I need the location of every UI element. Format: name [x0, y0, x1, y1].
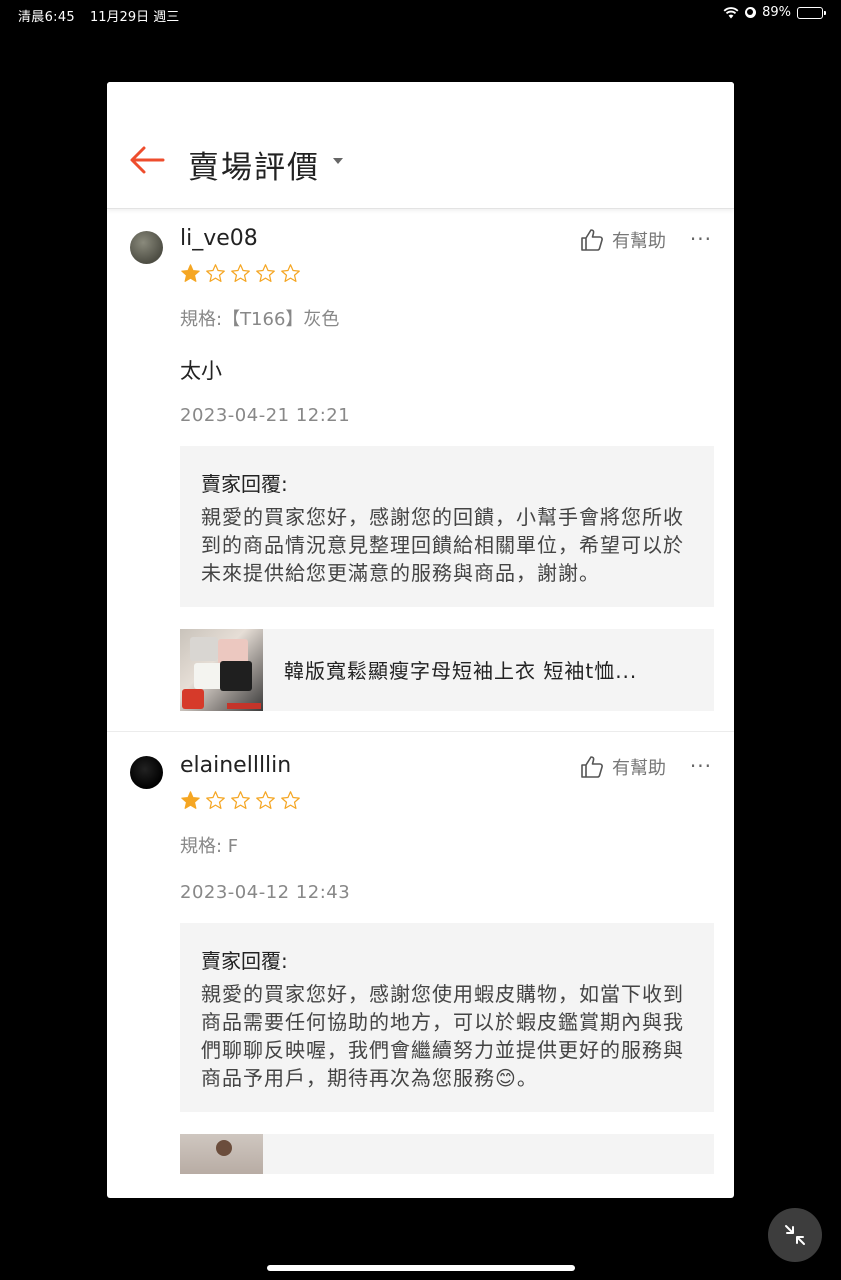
status-date: 11月29日 週三 — [90, 10, 180, 25]
star-empty-icon — [256, 791, 275, 809]
reply-title: 賣家回覆: — [201, 949, 288, 973]
review-date: 2023-04-21 12:21 — [180, 405, 351, 426]
reply-title: 賣家回覆: — [201, 472, 288, 496]
status-time: 清晨6:45 — [18, 10, 75, 25]
avatar[interactable] — [130, 756, 163, 789]
thumbs-up-icon — [581, 756, 603, 778]
rating-stars — [180, 263, 714, 285]
avatar[interactable] — [130, 231, 163, 264]
star-empty-icon — [256, 264, 275, 282]
seller-reply: 賣家回覆: 親愛的買家您好，感謝您使用蝦皮購物，如當下收到商品需要任何協助的地方… — [180, 923, 714, 1112]
status-bar: 清晨6:45 11月29日 週三 89% — [0, 0, 841, 28]
rating-stars — [180, 790, 714, 812]
product-card[interactable]: 韓版寬鬆顯瘦字母短袖上衣 短袖t恤... — [180, 629, 714, 711]
minimize-button[interactable] — [768, 1208, 822, 1262]
star-empty-icon — [281, 264, 300, 282]
product-thumbnail — [180, 629, 263, 711]
seller-reply: 賣家回覆: 親愛的買家您好，感謝您的回饋，小幫手會將您所收到的商品情況意見整理回… — [180, 446, 714, 607]
thumbs-up-icon — [581, 229, 603, 251]
page-title[interactable]: 賣場評價 — [188, 142, 320, 187]
review-item: li_ve08 有幫助 ··· 規格:【T166】灰色 太小 2023-04-2… — [107, 217, 734, 711]
star-empty-icon — [206, 264, 225, 282]
back-arrow-icon[interactable] — [127, 142, 167, 178]
star-filled-icon — [181, 264, 200, 282]
review-spec: 規格:【T166】灰色 — [180, 309, 340, 330]
review-spec: 規格: F — [180, 836, 239, 857]
star-filled-icon — [181, 791, 200, 809]
helpful-button[interactable]: 有幫助 — [580, 227, 666, 253]
product-thumbnail — [180, 1134, 263, 1174]
review-date: 2023-04-12 12:43 — [180, 882, 351, 903]
reviews-panel: 賣場評價 li_ve08 有幫助 ··· 規格:【T166】灰色 太小 2023… — [107, 82, 734, 1198]
more-options-icon[interactable]: ··· — [690, 754, 712, 778]
more-options-icon[interactable]: ··· — [690, 227, 712, 251]
review-content: 太小 — [180, 359, 222, 383]
product-name: 韓版寬鬆顯瘦字母短袖上衣 短袖t恤... — [284, 659, 638, 683]
helpful-label: 有幫助 — [612, 758, 666, 779]
shrink-arrows-icon — [785, 1225, 805, 1245]
review-item: elainellllin 有幫助 ··· 規格: F 2023-04-12 12… — [107, 732, 734, 1174]
header: 賣場評價 — [107, 82, 734, 209]
home-indicator[interactable] — [267, 1265, 575, 1271]
star-empty-icon — [206, 791, 225, 809]
helpful-label: 有幫助 — [612, 231, 666, 252]
reply-body: 親愛的買家您好，感謝您的回饋，小幫手會將您所收到的商品情況意見整理回饋給相關單位… — [201, 505, 684, 585]
battery-percent: 89% — [762, 5, 791, 20]
star-empty-icon — [231, 791, 250, 809]
star-empty-icon — [281, 791, 300, 809]
caret-down-icon[interactable] — [333, 158, 343, 164]
reply-body: 親愛的買家您好，感謝您使用蝦皮購物，如當下收到商品需要任何協助的地方，可以於蝦皮… — [201, 982, 684, 1090]
wifi-icon — [723, 6, 739, 18]
status-right: 89% — [723, 5, 826, 20]
focus-mode-icon — [745, 7, 757, 18]
product-card[interactable] — [180, 1134, 714, 1174]
battery-icon — [797, 6, 826, 19]
helpful-button[interactable]: 有幫助 — [580, 754, 666, 780]
star-empty-icon — [231, 264, 250, 282]
